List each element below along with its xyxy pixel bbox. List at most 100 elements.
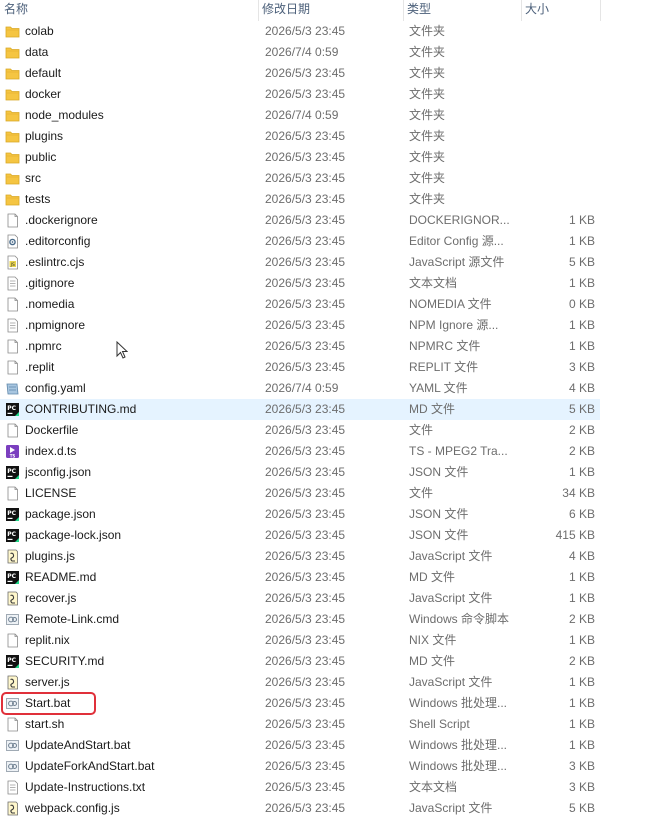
file-size: 1 KB — [568, 318, 595, 332]
file-row[interactable]: JS .eslintrc.cjs 2026/5/3 23:45 JavaScript … — [0, 252, 600, 273]
file-row[interactable]: PC jsconfig.json 2026/5/3 23:45 JSON 文件 1 KB — [0, 462, 600, 483]
svg-text:PC: PC — [7, 573, 16, 580]
file-modified-date: 2026/5/3 23:45 — [265, 423, 346, 437]
file-name: default — [25, 66, 62, 80]
file-name: config.yaml — [25, 381, 86, 395]
file-size: 1 KB — [568, 738, 595, 752]
file-row[interactable]: Remote-Link.cmd 2026/5/3 23:45 Windows 命令脚… — [0, 609, 600, 630]
file-row[interactable]: TS index.d.ts 2026/5/3 23:45 TS - MPEG2 Tra… — [0, 441, 600, 462]
file-row[interactable]: .npmignore 2026/5/3 23:45 NPM Ignore 源... 1… — [0, 315, 600, 336]
gear-file-icon — [5, 234, 20, 249]
file-row[interactable]: plugins 2026/5/3 23:45 文件夹 — [0, 126, 600, 147]
file-row[interactable]: .editorconfig 2026/5/3 23:45 Editor Config… — [0, 231, 600, 252]
file-type: JavaScript 文件 — [409, 675, 493, 689]
file-size: 2 KB — [568, 654, 595, 668]
file-modified-date: 2026/5/3 23:45 — [265, 591, 346, 605]
file-size: 3 KB — [568, 360, 595, 374]
column-divider[interactable] — [600, 0, 601, 21]
file-type: JavaScript 文件 — [409, 801, 493, 815]
file-name: .editorconfig — [25, 234, 91, 248]
file-size: 1 KB — [568, 234, 595, 248]
file-size: 5 KB — [568, 255, 595, 269]
mouse-cursor-icon — [116, 340, 129, 359]
file-row[interactable]: config.yaml 2026/7/4 0:59 YAML 文件 4 KB — [0, 378, 600, 399]
file-name: Update-Instructions.txt — [25, 780, 146, 794]
file-row[interactable]: .npmrc 2026/5/3 23:45 NPMRC 文件 1 KB — [0, 336, 600, 357]
file-size: 3 KB — [568, 780, 595, 794]
file-row[interactable]: node_modules 2026/7/4 0:59 文件夹 — [0, 105, 600, 126]
file-modified-date: 2026/5/3 23:45 — [265, 549, 346, 563]
file-size: 0 KB — [568, 297, 595, 311]
blank-file-icon — [5, 339, 20, 354]
file-row[interactable]: PC README.md 2026/5/3 23:45 MD 文件 1 KB — [0, 567, 600, 588]
file-row[interactable]: .dockerignore 2026/5/3 23:45 DOCKERIGNOR..… — [0, 210, 600, 231]
file-modified-date: 2026/5/3 23:45 — [265, 801, 346, 815]
file-size: 1 KB — [568, 696, 595, 710]
folder-icon — [5, 87, 20, 102]
file-size: 1 KB — [568, 717, 595, 731]
file-type: JavaScript 文件 — [409, 549, 493, 563]
file-row[interactable]: webpack.config.js 2026/5/3 23:45 JavaScrip… — [0, 798, 600, 819]
folder-icon — [5, 192, 20, 207]
file-modified-date: 2026/5/3 23:45 — [265, 171, 346, 185]
yaml-file-icon — [5, 381, 20, 396]
file-name: plugins.js — [25, 549, 76, 563]
file-row[interactable]: plugins.js 2026/5/3 23:45 JavaScript 文件 4 K… — [0, 546, 600, 567]
file-row[interactable]: src 2026/5/3 23:45 文件夹 — [0, 168, 600, 189]
file-type: 文本文档 — [409, 780, 458, 794]
file-modified-date: 2026/5/3 23:45 — [265, 360, 346, 374]
file-type: JSON 文件 — [409, 507, 469, 521]
file-row[interactable]: data 2026/7/4 0:59 文件夹 — [0, 42, 600, 63]
column-header-type[interactable]: 类型 — [403, 0, 521, 21]
file-row[interactable]: .nomedia 2026/5/3 23:45 NOMEDIA 文件 0 KB — [0, 294, 600, 315]
file-row[interactable]: default 2026/5/3 23:45 文件夹 — [0, 63, 600, 84]
js-file-icon: JS — [5, 255, 20, 270]
script-file-icon — [5, 675, 20, 690]
file-row[interactable]: LICENSE 2026/5/3 23:45 文件 34 KB — [0, 483, 600, 504]
folder-icon — [5, 108, 20, 123]
file-row[interactable]: recover.js 2026/5/3 23:45 JavaScript 文件 1 K… — [0, 588, 600, 609]
file-row[interactable]: .gitignore 2026/5/3 23:45 文本文档 1 KB — [0, 273, 600, 294]
svg-text:PC: PC — [7, 468, 16, 475]
column-header-date[interactable]: 修改日期 — [258, 0, 403, 21]
file-name: README.md — [25, 570, 97, 584]
file-row[interactable]: UpdateAndStart.bat 2026/5/3 23:45 Windows … — [0, 735, 600, 756]
file-size: 5 KB — [568, 402, 595, 416]
script-file-icon — [5, 549, 20, 564]
file-size: 34 KB — [562, 486, 595, 500]
file-row[interactable]: public 2026/5/3 23:45 文件夹 — [0, 147, 600, 168]
file-name: src — [25, 171, 41, 185]
file-name: docker — [25, 87, 62, 101]
file-row[interactable]: replit.nix 2026/5/3 23:45 NIX 文件 1 KB — [0, 630, 600, 651]
file-name: package-lock.json — [25, 528, 122, 542]
file-size: 1 KB — [568, 633, 595, 647]
cmd-file-icon — [5, 612, 20, 627]
highlight-box — [1, 692, 96, 715]
text-file-icon — [5, 780, 20, 795]
file-type: MD 文件 — [409, 402, 455, 416]
file-row[interactable]: PC SECURITY.md 2026/5/3 23:45 MD 文件 2 KB — [0, 651, 600, 672]
file-row[interactable]: PC package-lock.json 2026/5/3 23:45 JSON 文件… — [0, 525, 600, 546]
column-header-name[interactable]: 名称 — [0, 0, 258, 21]
file-modified-date: 2026/5/3 23:45 — [265, 528, 346, 542]
file-row[interactable]: server.js 2026/5/3 23:45 JavaScript 文件 1 KB — [0, 672, 600, 693]
file-row[interactable]: PC CONTRIBUTING.md 2026/5/3 23:45 MD 文件 5 KB — [0, 399, 600, 420]
file-row[interactable]: PC package.json 2026/5/3 23:45 JSON 文件 6 KB — [0, 504, 600, 525]
file-modified-date: 2026/7/4 0:59 — [265, 108, 339, 122]
file-type: JSON 文件 — [409, 528, 469, 542]
file-row[interactable]: colab 2026/5/3 23:45 文件夹 — [0, 21, 600, 42]
file-row[interactable]: start.sh 2026/5/3 23:45 Shell Script 1 KB — [0, 714, 600, 735]
folder-icon — [5, 171, 20, 186]
file-size: 1 KB — [568, 339, 595, 353]
file-row[interactable]: .replit 2026/5/3 23:45 REPLIT 文件 3 KB — [0, 357, 600, 378]
file-row[interactable]: UpdateForkAndStart.bat 2026/5/3 23:45 Wind… — [0, 756, 600, 777]
text-file-icon — [5, 276, 20, 291]
file-row[interactable]: Update-Instructions.txt 2026/5/3 23:45 文本文… — [0, 777, 600, 798]
file-row[interactable]: Dockerfile 2026/5/3 23:45 文件 2 KB — [0, 420, 600, 441]
file-name: .eslintrc.cjs — [25, 255, 85, 269]
column-header-size[interactable]: 大小 — [521, 0, 600, 21]
file-name: package.json — [25, 507, 96, 521]
file-row[interactable]: docker 2026/5/3 23:45 文件夹 — [0, 84, 600, 105]
file-row[interactable]: tests 2026/5/3 23:45 文件夹 — [0, 189, 600, 210]
file-name: .npmrc — [25, 339, 62, 353]
